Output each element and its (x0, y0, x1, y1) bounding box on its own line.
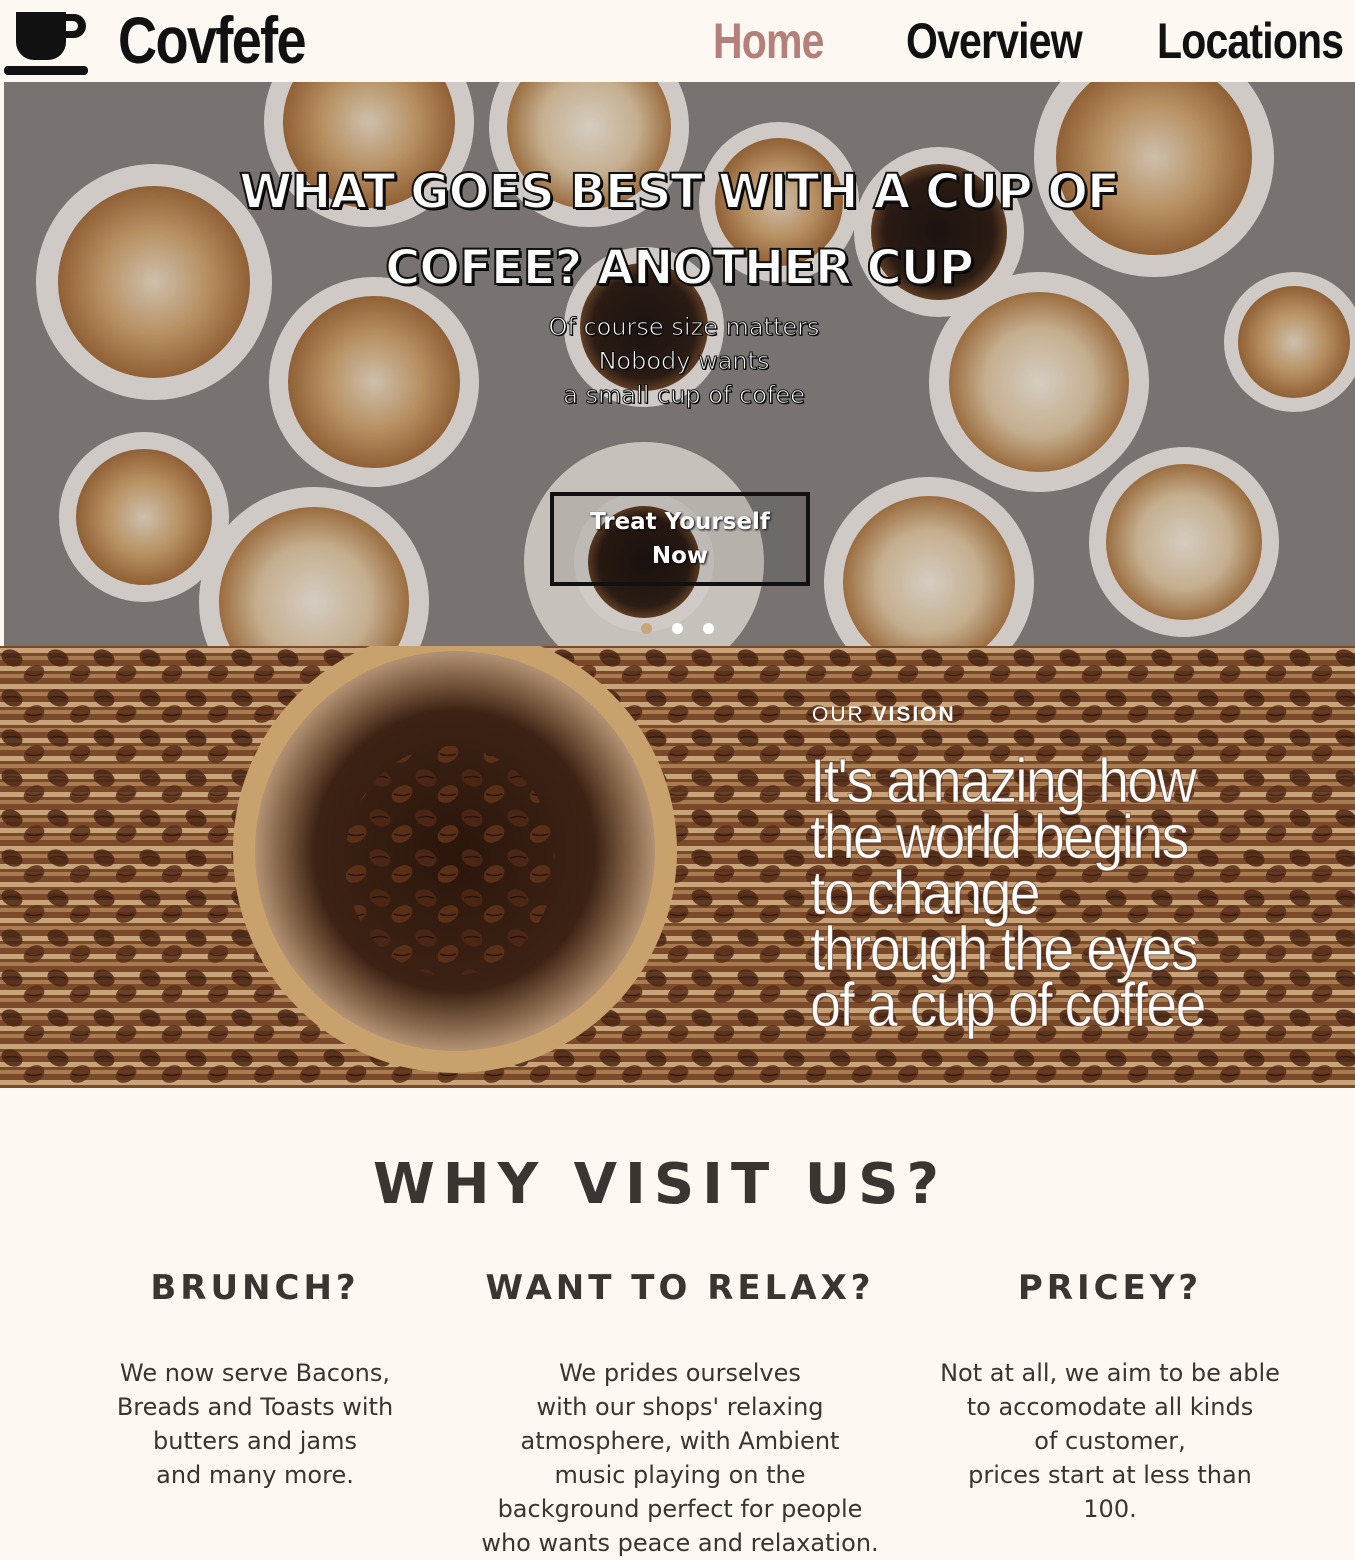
hero-title: WHAT GOES BEST WITH A CUP OF COFEE? ANOT… (238, 163, 1121, 297)
vision-kicker: OUR VISION (812, 703, 956, 727)
feature-brunch: BRUNCH? We now serve Bacons, Breads and … (70, 1268, 440, 1492)
feature-relax: WANT TO RELAX? We prides ourselves with … (460, 1268, 900, 1560)
vision-quote-line: It's amazing how (810, 747, 1198, 816)
hero-subtitle-line: Nobody wants (598, 347, 770, 376)
treat-yourself-button[interactable]: Treat Yourself Now (550, 492, 810, 586)
nav-link-overview[interactable]: Overview (906, 12, 1083, 70)
carousel-dot-2[interactable] (672, 623, 683, 634)
brand-name[interactable]: Covfefe (118, 2, 307, 78)
vision-section: OUR VISION It's amazing how the world be… (0, 646, 1355, 1088)
vision-quote: It's amazing how the world begins to cha… (810, 747, 1350, 1040)
carousel-dot-1[interactable] (641, 623, 652, 634)
feature-text: We prides ourselves with our shops' rela… (481, 1359, 879, 1557)
coffee-cup-icon[interactable] (4, 8, 90, 76)
vision-quote-line: the world begins (810, 803, 1190, 872)
hero-subtitle-line: a small cup of cofee (563, 381, 806, 410)
nav-link-locations[interactable]: Locations (1157, 12, 1344, 70)
carousel-dot-3[interactable] (703, 623, 714, 634)
feature-heading: PRICEY? (1017, 1268, 1203, 1308)
vision-kicker-bold: VISION (872, 703, 956, 726)
vision-quote-line: through the eyes (810, 915, 1200, 984)
why-visit-title: WHY VISIT US? (372, 1152, 947, 1217)
feature-pricey: PRICEY? Not at all, we aim to be able to… (925, 1268, 1295, 1526)
vision-quote-line: to change (810, 859, 1042, 928)
carousel-indicators (641, 623, 714, 634)
hero-subtitle-line: Of course size matters (548, 313, 820, 342)
top-nav: Covfefe Home Overview Locations (0, 0, 1355, 82)
feature-text: We now serve Bacons, Breads and Toasts w… (116, 1359, 394, 1489)
vision-kicker-light: OUR (812, 703, 873, 726)
hero-subtitle: Of course size matters Nobody wants a sm… (384, 310, 984, 412)
nav-link-home[interactable]: Home (713, 12, 824, 70)
feature-text: Not at all, we aim to be able to accomod… (940, 1359, 1280, 1523)
feature-heading: BRUNCH? (150, 1268, 360, 1308)
vision-quote-line: of a cup of coffee (810, 971, 1207, 1040)
hero-carousel: WHAT GOES BEST WITH A CUP OF COFEE? ANOT… (4, 82, 1355, 646)
feature-heading: WANT TO RELAX? (485, 1268, 875, 1308)
